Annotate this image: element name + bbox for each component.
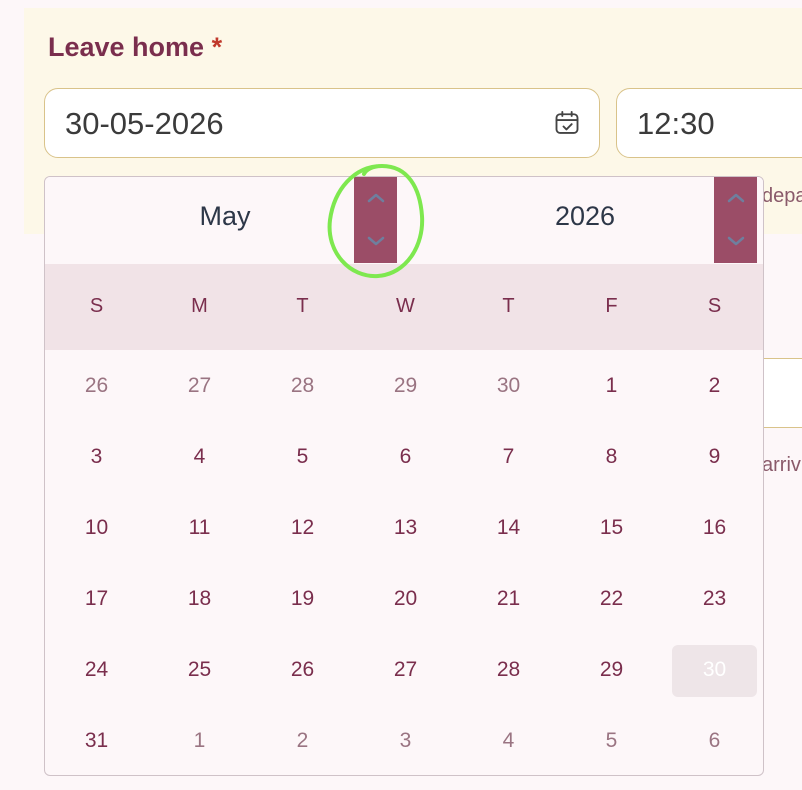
day-cell[interactable]: 22 bbox=[560, 587, 663, 611]
date-field-value: 30-05-2026 bbox=[65, 106, 224, 141]
arrival-hint: arriv bbox=[762, 454, 801, 476]
highlight-circle-annotation bbox=[327, 163, 425, 279]
required-mark: * bbox=[211, 32, 223, 62]
day-cell[interactable]: 26 bbox=[251, 658, 354, 682]
weekday-label: S bbox=[89, 295, 104, 317]
leave-home-label: Leave home * bbox=[48, 32, 222, 63]
chevron-down-icon bbox=[727, 236, 745, 246]
month-label: May bbox=[199, 201, 251, 231]
weekday-label: S bbox=[707, 295, 722, 317]
day-cell[interactable]: 17 bbox=[45, 587, 148, 611]
day-cell[interactable]: 27 bbox=[354, 658, 457, 682]
weekday-label: F bbox=[605, 295, 618, 317]
day-cell[interactable]: 4 bbox=[148, 445, 251, 469]
year-label: 2026 bbox=[554, 201, 616, 231]
day-cell[interactable]: 6 bbox=[663, 729, 763, 753]
weekday-label: M bbox=[191, 295, 208, 317]
calendar-icon[interactable] bbox=[553, 109, 581, 137]
selected-day-cell[interactable]: 30 bbox=[663, 658, 763, 682]
day-cell[interactable]: 11 bbox=[148, 516, 251, 540]
day-cell[interactable]: 4 bbox=[457, 729, 560, 753]
day-cell[interactable]: 27 bbox=[148, 374, 251, 398]
day-cell[interactable]: 31 bbox=[45, 729, 148, 753]
day-cell[interactable]: 8 bbox=[560, 445, 663, 469]
day-cell[interactable]: 7 bbox=[457, 445, 560, 469]
day-cell[interactable]: 16 bbox=[663, 516, 763, 540]
weekday-label: W bbox=[396, 295, 415, 317]
time-field[interactable]: 12:30 bbox=[616, 88, 802, 158]
year-down-arrow[interactable] bbox=[714, 220, 757, 263]
day-cell[interactable]: 23 bbox=[663, 587, 763, 611]
weekday-label: T bbox=[502, 295, 515, 317]
day-cell[interactable]: 18 bbox=[148, 587, 251, 611]
year-up-arrow[interactable] bbox=[714, 177, 757, 220]
time-field-value: 12:30 bbox=[637, 106, 715, 141]
year-spinner[interactable] bbox=[714, 177, 757, 263]
day-cell[interactable]: 10 bbox=[45, 516, 148, 540]
day-cell[interactable]: 30 bbox=[457, 374, 560, 398]
day-cell[interactable]: 12 bbox=[251, 516, 354, 540]
day-cell[interactable]: 29 bbox=[354, 374, 457, 398]
day-cell[interactable]: 29 bbox=[560, 658, 663, 682]
day-cell[interactable]: 24 bbox=[45, 658, 148, 682]
day-cell[interactable]: 1 bbox=[560, 374, 663, 398]
weekday-label: T bbox=[296, 295, 309, 317]
day-cell[interactable]: 5 bbox=[251, 445, 354, 469]
day-cell[interactable]: 2 bbox=[251, 729, 354, 753]
day-cell[interactable]: 19 bbox=[251, 587, 354, 611]
day-cell[interactable]: 28 bbox=[457, 658, 560, 682]
day-cell[interactable]: 3 bbox=[45, 445, 148, 469]
day-cell[interactable]: 20 bbox=[354, 587, 457, 611]
background-field bbox=[760, 358, 802, 428]
chevron-up-icon bbox=[727, 193, 745, 203]
day-cell[interactable]: 26 bbox=[45, 374, 148, 398]
day-cell[interactable]: 9 bbox=[663, 445, 763, 469]
departure-hint: depa bbox=[762, 185, 802, 207]
day-cell[interactable]: 25 bbox=[148, 658, 251, 682]
day-cell[interactable]: 15 bbox=[560, 516, 663, 540]
date-field[interactable]: 30-05-2026 bbox=[44, 88, 600, 158]
day-cell[interactable]: 28 bbox=[251, 374, 354, 398]
day-cell[interactable]: 6 bbox=[354, 445, 457, 469]
day-cell[interactable]: 1 bbox=[148, 729, 251, 753]
day-cell[interactable]: 2 bbox=[663, 374, 763, 398]
day-cell[interactable]: 3 bbox=[354, 729, 457, 753]
label-text: Leave home bbox=[48, 32, 205, 62]
day-cell[interactable]: 21 bbox=[457, 587, 560, 611]
day-cell[interactable]: 13 bbox=[354, 516, 457, 540]
day-cell[interactable]: 5 bbox=[560, 729, 663, 753]
day-cell[interactable]: 14 bbox=[457, 516, 560, 540]
